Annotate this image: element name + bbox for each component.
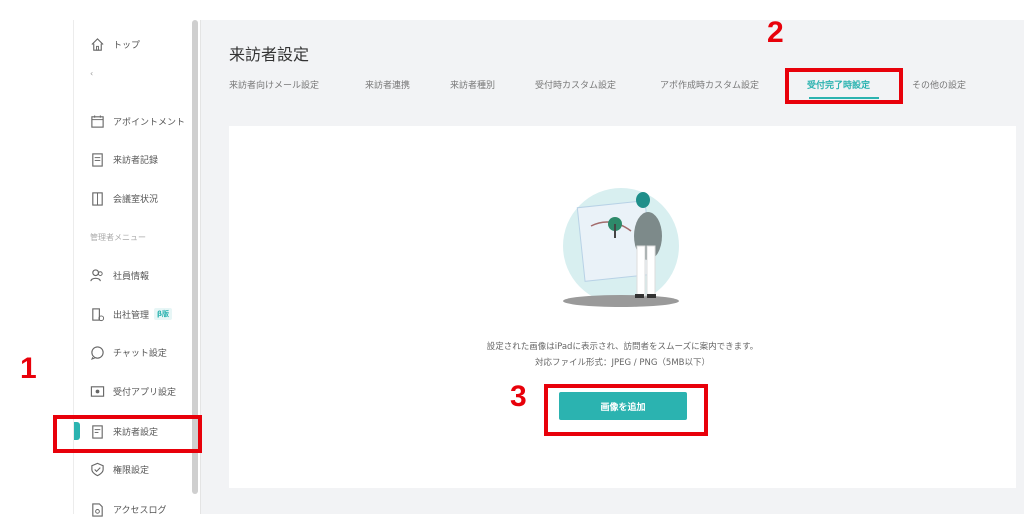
tab-other-settings[interactable]: その他の設定	[912, 78, 966, 91]
sidebar-item-meeting-rooms[interactable]: 会議室状況	[90, 188, 158, 208]
highlight-box-step3	[544, 384, 708, 436]
shield-check-icon	[90, 462, 105, 477]
sidebar-item-label: 出社管理	[113, 310, 150, 321]
sidebar-item-top[interactable]: トップ	[90, 34, 140, 54]
calendar-icon	[90, 114, 105, 129]
tab-reception-custom[interactable]: 受付時カスタム設定	[535, 78, 616, 91]
admin-menu-caption: 管理者メニュー	[90, 233, 146, 242]
sidebar-item-reception-app[interactable]: 受付アプリ設定	[90, 381, 176, 401]
door-icon	[90, 191, 105, 206]
sidebar-item-appointment[interactable]: アポイントメント	[90, 111, 185, 131]
tab-visitor-types[interactable]: 来訪者種別	[450, 78, 495, 91]
description-line-2: 対応ファイル形式：JPEG / PNG（5MB以下）	[534, 358, 710, 368]
sidebar-item-label: トップ	[113, 40, 141, 51]
sidebar-item-access-log[interactable]: アクセスログ	[90, 499, 167, 519]
log-icon	[90, 502, 105, 517]
highlight-box-step2	[785, 68, 903, 104]
traveler-illustration	[563, 188, 679, 307]
users-icon	[90, 268, 105, 283]
sidebar-item-label: アポイントメント	[113, 117, 186, 128]
sidebar-item-visitor-records[interactable]: 来訪者記録	[90, 149, 158, 169]
sidebar-item-permissions[interactable]: 権限設定	[90, 459, 149, 479]
step-number-3: 3	[510, 380, 527, 413]
tablet-icon	[90, 384, 105, 399]
sidebar-item-label: 受付アプリ設定	[113, 387, 177, 398]
sidebar-item-attendance[interactable]: 出社管理 β版	[90, 304, 173, 324]
page-title: 来訪者設定	[229, 45, 310, 64]
description-line-1: 設定された画像はiPadに表示され、訪問者をスムーズに案内できます。	[486, 342, 759, 352]
home-icon	[90, 37, 105, 52]
tab-visitor-integration[interactable]: 来訪者連携	[365, 78, 410, 91]
sidebar-item-label: 来訪者記録	[113, 155, 159, 166]
tab-appointment-custom[interactable]: アポ作成時カスタム設定	[660, 78, 759, 91]
sidebar-item-label: 社員情報	[113, 271, 150, 282]
building-icon	[90, 307, 105, 322]
chat-icon	[90, 345, 105, 360]
highlight-box-step1	[53, 415, 202, 453]
sidebar-collapse-toggle[interactable]: ‹	[90, 69, 93, 78]
sidebar-item-label: 権限設定	[113, 465, 150, 476]
beta-badge: β版	[154, 308, 173, 320]
step-number-1: 1	[20, 352, 37, 385]
sidebar-item-label: チャット設定	[113, 348, 167, 359]
sidebar-item-employees[interactable]: 社員情報	[90, 265, 149, 285]
step-number-2: 2	[767, 16, 784, 49]
clipboard-icon	[90, 152, 105, 167]
sidebar-item-chat-settings[interactable]: チャット設定	[90, 342, 167, 362]
tab-visitor-email[interactable]: 来訪者向けメール設定	[229, 78, 319, 91]
sidebar-item-label: 会議室状況	[113, 194, 159, 205]
